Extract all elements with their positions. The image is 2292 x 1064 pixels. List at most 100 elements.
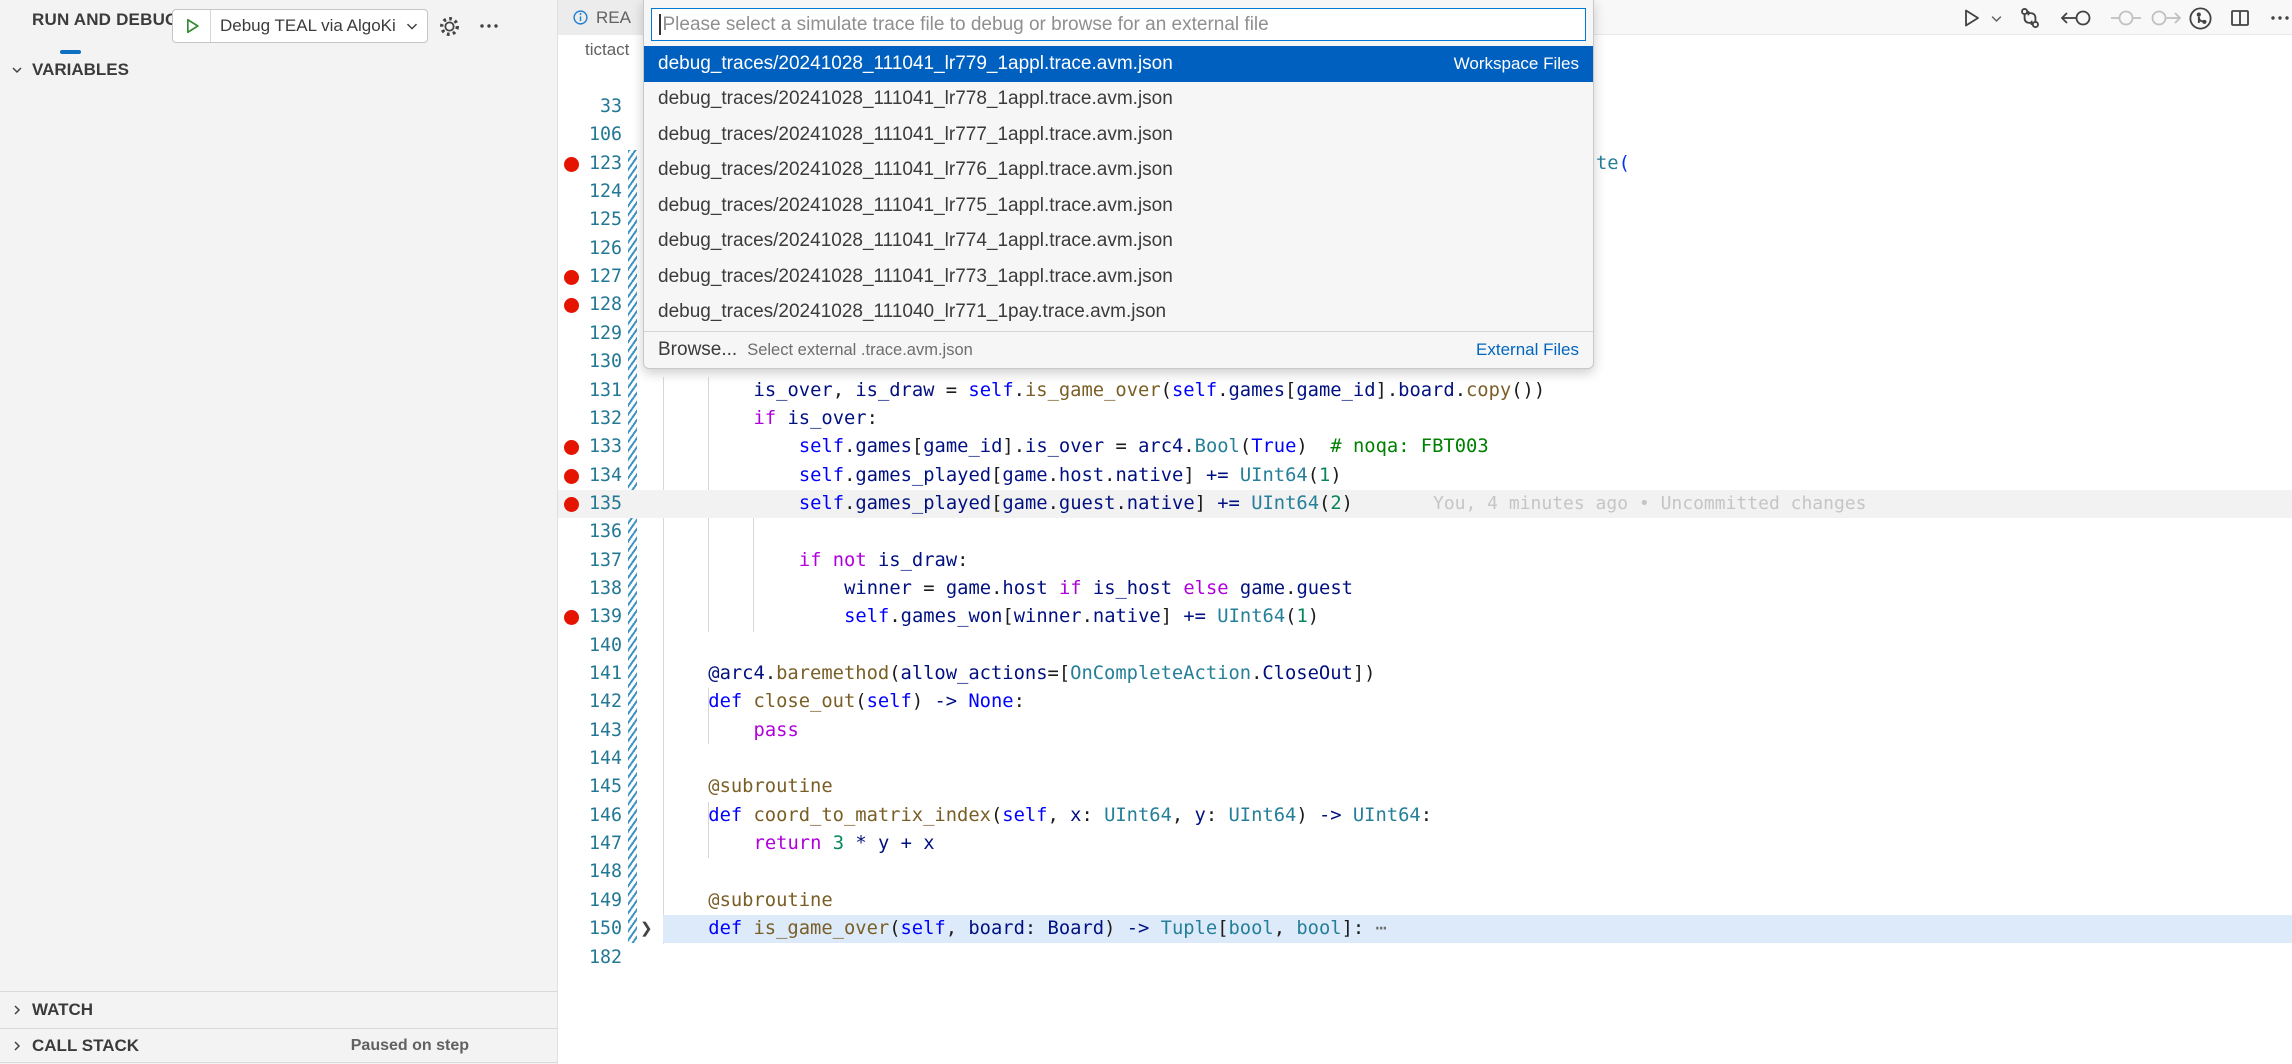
code-text: def coord_to_matrix_index(self, x: UInt6… — [708, 802, 1432, 830]
line-number[interactable]: 124 — [558, 178, 622, 206]
breadcrumb[interactable]: tictact — [585, 35, 629, 64]
code-line[interactable]: 131is_over, is_draw = self.is_game_over(… — [558, 377, 2292, 405]
line-number[interactable]: 140 — [558, 632, 622, 660]
vscode-window: RUN AND DEBUG Debug TEAL via AlgoKi — [0, 0, 2292, 1064]
code-text: @arc4.baremethod(allow_actions=[OnComple… — [708, 660, 1375, 688]
external-files-link[interactable]: External Files — [1476, 340, 1579, 360]
debug-config-select[interactable]: Debug TEAL via AlgoKi — [172, 9, 428, 43]
run-button[interactable] — [1957, 4, 1985, 32]
line-number[interactable]: 146 — [558, 802, 622, 830]
code-line[interactable]: 140 — [558, 632, 2292, 660]
code-line[interactable]: 147return 3 * y + x — [558, 830, 2292, 858]
quickpick-item[interactable]: debug_traces/20241028_111041_lr774_1appl… — [644, 224, 1593, 260]
line-number[interactable]: 139 — [558, 603, 622, 631]
line-number[interactable]: 138 — [558, 575, 622, 603]
quickpick-item[interactable]: debug_traces/20241028_111041_lr773_1appl… — [644, 259, 1593, 295]
code-line[interactable]: 138 winner = game.host if is_host else ga… — [558, 575, 2292, 603]
gear-icon[interactable] — [434, 12, 464, 40]
code-line[interactable]: 148 — [558, 858, 2292, 886]
quickpick-item[interactable]: debug_traces/20241028_111041_lr776_1appl… — [644, 153, 1593, 189]
quickpick-item[interactable]: debug_traces/20241028_111041_lr777_1appl… — [644, 117, 1593, 153]
trace-swap-icon[interactable] — [2016, 4, 2044, 32]
quickpick-placeholder: Please select a simulate trace file to d… — [661, 14, 1269, 36]
line-number[interactable]: 145 — [558, 773, 622, 801]
line-number[interactable]: 143 — [558, 717, 622, 745]
more-actions-icon[interactable] — [2266, 4, 2292, 32]
line-number[interactable]: 131 — [558, 377, 622, 405]
code-line[interactable]: 135self.games_played[game.guest.native] … — [558, 490, 2292, 518]
line-number[interactable]: 144 — [558, 745, 622, 773]
browse-description: Select external .trace.avm.json — [747, 341, 973, 360]
call-stack-section-header[interactable]: CALL STACK Paused on step — [0, 1028, 557, 1063]
code-line[interactable]: 136 — [558, 518, 2292, 546]
run-dropdown-chevron-icon[interactable] — [1986, 4, 2006, 32]
code-line[interactable]: 141 @arc4.baremethod(allow_actions=[OnCom… — [558, 660, 2292, 688]
tab-readme[interactable]: REA — [558, 0, 644, 35]
code-text: def is_game_over(self, board: Board) -> … — [708, 915, 1387, 943]
code-line[interactable]: 145 @subroutine — [558, 773, 2292, 801]
code-line[interactable]: 146 def coord_to_matrix_index(self, x: UI… — [558, 802, 2292, 830]
quickpick-item[interactable]: debug_traces/20241028_111041_lr779_1appl… — [644, 46, 1593, 82]
line-number[interactable]: 182 — [558, 944, 622, 972]
code-line[interactable]: 150 ❯ def is_game_over(self, board: Board)… — [558, 915, 2292, 943]
quickpick-list: debug_traces/20241028_111041_lr779_1appl… — [644, 46, 1593, 330]
line-number[interactable]: 135 — [558, 490, 622, 518]
chevron-right-icon — [4, 1002, 30, 1018]
line-number[interactable]: 142 — [558, 688, 622, 716]
code-text: winner = game.host if is_host else game.… — [844, 575, 1353, 603]
step-back-icon[interactable] — [2058, 4, 2094, 32]
line-number[interactable]: 130 — [558, 348, 622, 376]
code-text: @subroutine — [708, 887, 832, 915]
watch-section-header[interactable]: WATCH — [0, 991, 557, 1028]
code-line[interactable]: 182 — [558, 944, 2292, 972]
code-line[interactable]: 143pass — [558, 717, 2292, 745]
line-number[interactable]: 136 — [558, 518, 622, 546]
code-text: @subroutine — [708, 773, 832, 801]
variables-section-header[interactable]: VARIABLES — [0, 55, 557, 85]
line-number[interactable]: 132 — [558, 405, 622, 433]
line-number[interactable]: 133 — [558, 433, 622, 461]
code-line[interactable]: 133self.games[game_id].is_over = arc4.Bo… — [558, 433, 2292, 461]
line-number[interactable]: 127 — [558, 263, 622, 291]
chevron-down-icon — [4, 62, 30, 78]
line-number[interactable]: 137 — [558, 547, 622, 575]
start-debug-button[interactable] — [173, 10, 211, 42]
code-text: te( — [1596, 150, 1630, 178]
transaction-graph-icon[interactable] — [2186, 4, 2214, 32]
quickpick-input[interactable]: Please select a simulate trace file to d… — [651, 8, 1586, 41]
line-number[interactable]: 129 — [558, 320, 622, 348]
reverse-continue-icon[interactable] — [2108, 4, 2144, 32]
code-text: self.games_played[game.host.native] += U… — [799, 462, 1342, 490]
quickpick-item-badge: Workspace Files — [1454, 54, 1579, 74]
line-number[interactable]: 106 — [558, 121, 622, 149]
quickpick-item[interactable]: debug_traces/20241028_111041_lr778_1appl… — [644, 82, 1593, 118]
line-number[interactable]: 147 — [558, 830, 622, 858]
code-line[interactable]: 142def close_out(self) -> None: — [558, 688, 2292, 716]
quickpick-item[interactable]: debug_traces/20241028_111041_lr775_1appl… — [644, 188, 1593, 224]
line-number[interactable]: 150 — [558, 915, 622, 943]
code-line[interactable]: 134 self.games_played[game.host.native] +… — [558, 462, 2292, 490]
quickpick-browse-item[interactable]: Browse... Select external .trace.avm.jso… — [644, 332, 1593, 368]
line-number[interactable]: 33 — [558, 93, 622, 121]
code-line[interactable]: 139self.games_won[winner.native] += UInt… — [558, 603, 2292, 631]
code-text: if not is_draw: — [799, 547, 969, 575]
fold-chevron-icon[interactable]: ❯ — [640, 915, 653, 943]
line-number[interactable]: 149 — [558, 887, 622, 915]
line-number[interactable]: 128 — [558, 291, 622, 319]
line-number[interactable]: 125 — [558, 206, 622, 234]
split-editor-icon[interactable] — [2226, 4, 2254, 32]
code-line[interactable]: 149 @subroutine — [558, 887, 2292, 915]
code-line[interactable]: 144 — [558, 745, 2292, 773]
line-number[interactable]: 141 — [558, 660, 622, 688]
line-number[interactable]: 134 — [558, 462, 622, 490]
code-line[interactable]: 137 if not is_draw: — [558, 547, 2292, 575]
more-actions-icon[interactable] — [474, 12, 504, 40]
code-line[interactable]: 132 if is_over: — [558, 405, 2292, 433]
line-number[interactable]: 123 — [558, 150, 622, 178]
step-forward-icon[interactable] — [2148, 4, 2184, 32]
play-icon — [182, 16, 202, 36]
line-number[interactable]: 148 — [558, 858, 622, 886]
line-number[interactable]: 126 — [558, 235, 622, 263]
quickpick-item[interactable]: debug_traces/20241028_111040_lr771_1pay.… — [644, 295, 1593, 331]
code-text: if is_over: — [754, 405, 878, 433]
